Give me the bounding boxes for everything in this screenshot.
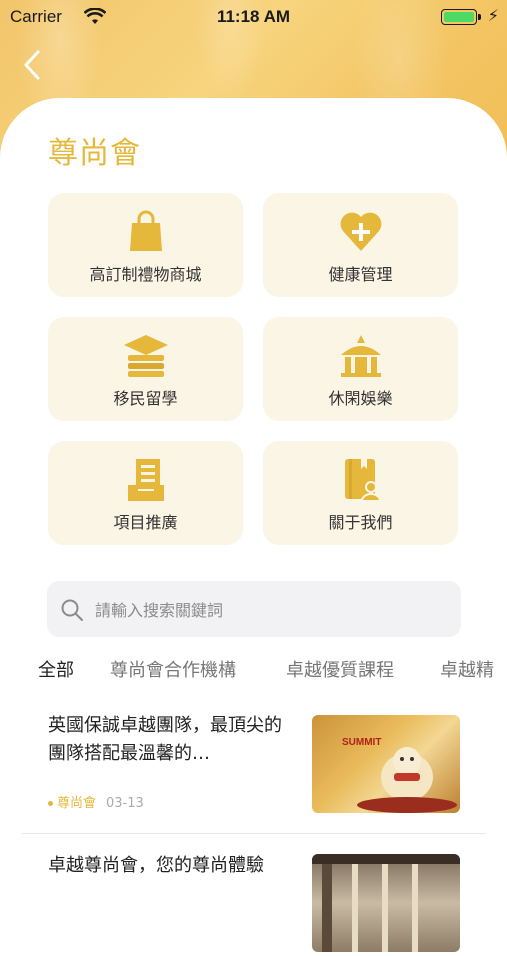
battery-tip <box>478 14 481 20</box>
tile-label: 休閑娛樂 <box>328 389 393 408</box>
tile-label: 健康管理 <box>328 265 393 284</box>
list-tray-icon <box>127 459 164 501</box>
article-tag: 尊尚會 <box>57 796 97 811</box>
category-tabs: 全部 尊尚會合作機構 卓越優質課程 卓越精 <box>0 652 507 684</box>
tile-label: 高訂制禮物商城 <box>89 265 202 284</box>
pavilion-icon <box>340 335 381 377</box>
search-bar[interactable] <box>47 581 461 639</box>
article-item[interactable]: 卓越尊尚會，您的尊尚體驗 <box>22 852 486 956</box>
thumbnail-text: SUMMIT <box>342 737 381 748</box>
contact-book-icon <box>344 459 381 502</box>
tab-courses[interactable]: 卓越優質課程 <box>286 656 394 682</box>
tile-about-us[interactable]: 關于我們 <box>263 441 458 545</box>
graduation-cap-icon <box>123 335 168 377</box>
search-input[interactable] <box>93 581 447 639</box>
search-icon <box>61 599 83 621</box>
page-title: 尊尚會 <box>48 136 141 171</box>
back-button[interactable] <box>20 48 50 82</box>
chevron-left-icon <box>24 50 40 80</box>
article-title: 英國保誠卓越團隊，最頂尖的團隊搭配最溫馨的… <box>48 715 282 764</box>
article-item[interactable]: 英國保誠卓越團隊，最頂尖的團隊搭配最溫馨的… 尊尚會 03-13 SUMMIT <box>22 712 486 816</box>
tag-dot <box>48 801 53 806</box>
battery-icon <box>441 9 477 25</box>
article-title: 卓越尊尚會，您的尊尚體驗 <box>48 855 264 876</box>
article-thumbnail <box>312 854 460 952</box>
charging-bolt-icon: ⚡ <box>487 6 499 25</box>
article-thumbnail: SUMMIT <box>312 715 460 813</box>
heart-plus-icon <box>340 212 381 251</box>
tab-partners[interactable]: 尊尚會合作機構 <box>110 656 236 682</box>
status-bar: Carrier 11:18 AM ⚡ <box>0 0 507 34</box>
tile-health[interactable]: 健康管理 <box>263 193 458 297</box>
clock-time: 11:18 AM <box>216 7 291 26</box>
tile-label: 移民留學 <box>113 389 178 408</box>
tile-label: 項目推廣 <box>113 513 178 532</box>
tab-elite[interactable]: 卓越精 <box>440 656 494 682</box>
tile-leisure[interactable]: 休閑娛樂 <box>263 317 458 421</box>
shopping-bag-icon <box>129 210 162 251</box>
tile-immigration[interactable]: 移民留學 <box>48 317 243 421</box>
article-date: 03-13 <box>106 796 144 811</box>
tab-all[interactable]: 全部 <box>38 656 74 682</box>
article-meta: 尊尚會 03-13 <box>48 792 144 811</box>
tile-label: 關于我們 <box>328 513 393 532</box>
list-divider <box>22 833 486 834</box>
tile-projects[interactable]: 項目推廣 <box>48 441 243 545</box>
tile-gift-mall[interactable]: 高訂制禮物商城 <box>48 193 243 297</box>
